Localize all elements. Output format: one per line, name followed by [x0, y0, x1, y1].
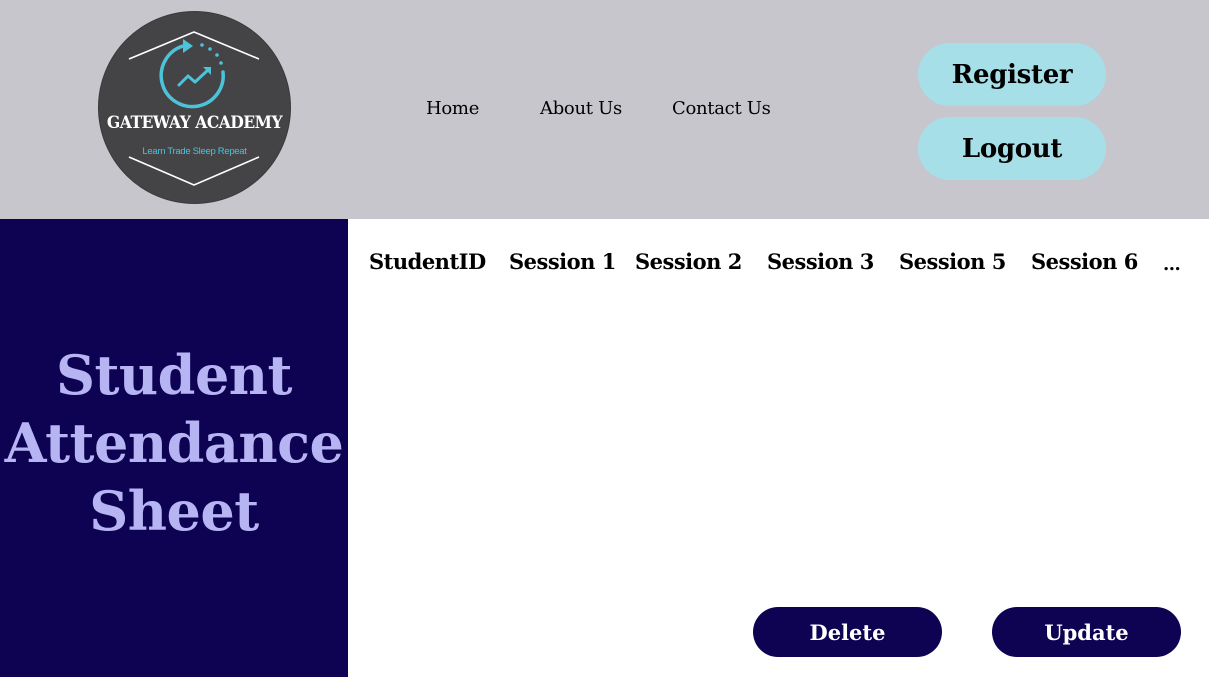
- logo-tagline: Learn Trade Sleep Repeat: [142, 146, 247, 157]
- nav-contact-link[interactable]: Contact Us: [672, 98, 771, 119]
- nav-home-link[interactable]: Home: [426, 98, 479, 119]
- column-header-session-5: Session 5: [899, 249, 1006, 274]
- column-header-studentid: StudentID: [369, 249, 486, 274]
- logout-button[interactable]: Logout: [918, 117, 1106, 180]
- top-header: GATEWAY ACADEMY Learn Trade Sleep Repeat…: [0, 0, 1209, 219]
- column-header-session-1: Session 1: [509, 249, 616, 274]
- update-button[interactable]: Update: [992, 607, 1181, 657]
- column-header-session-6: Session 6: [1031, 249, 1138, 274]
- page-title-line: Student: [55, 343, 293, 407]
- delete-button[interactable]: Delete: [753, 607, 942, 657]
- logo-title: GATEWAY ACADEMY: [106, 113, 283, 133]
- gateway-academy-logo[interactable]: GATEWAY ACADEMY Learn Trade Sleep Repeat: [99, 12, 290, 203]
- register-button[interactable]: Register: [918, 43, 1106, 106]
- column-header-session-3: Session 3: [767, 249, 874, 274]
- page-title-line: Sheet: [89, 479, 259, 543]
- page-title-line: Attendance: [4, 411, 344, 475]
- nav-about-link[interactable]: About Us: [540, 98, 622, 119]
- column-header-session-2: Session 2: [635, 249, 742, 274]
- logo-emblem-icon: [128, 31, 260, 186]
- column-header-more: ...: [1163, 254, 1181, 275]
- page-title: Student Attendance Sheet: [0, 341, 348, 545]
